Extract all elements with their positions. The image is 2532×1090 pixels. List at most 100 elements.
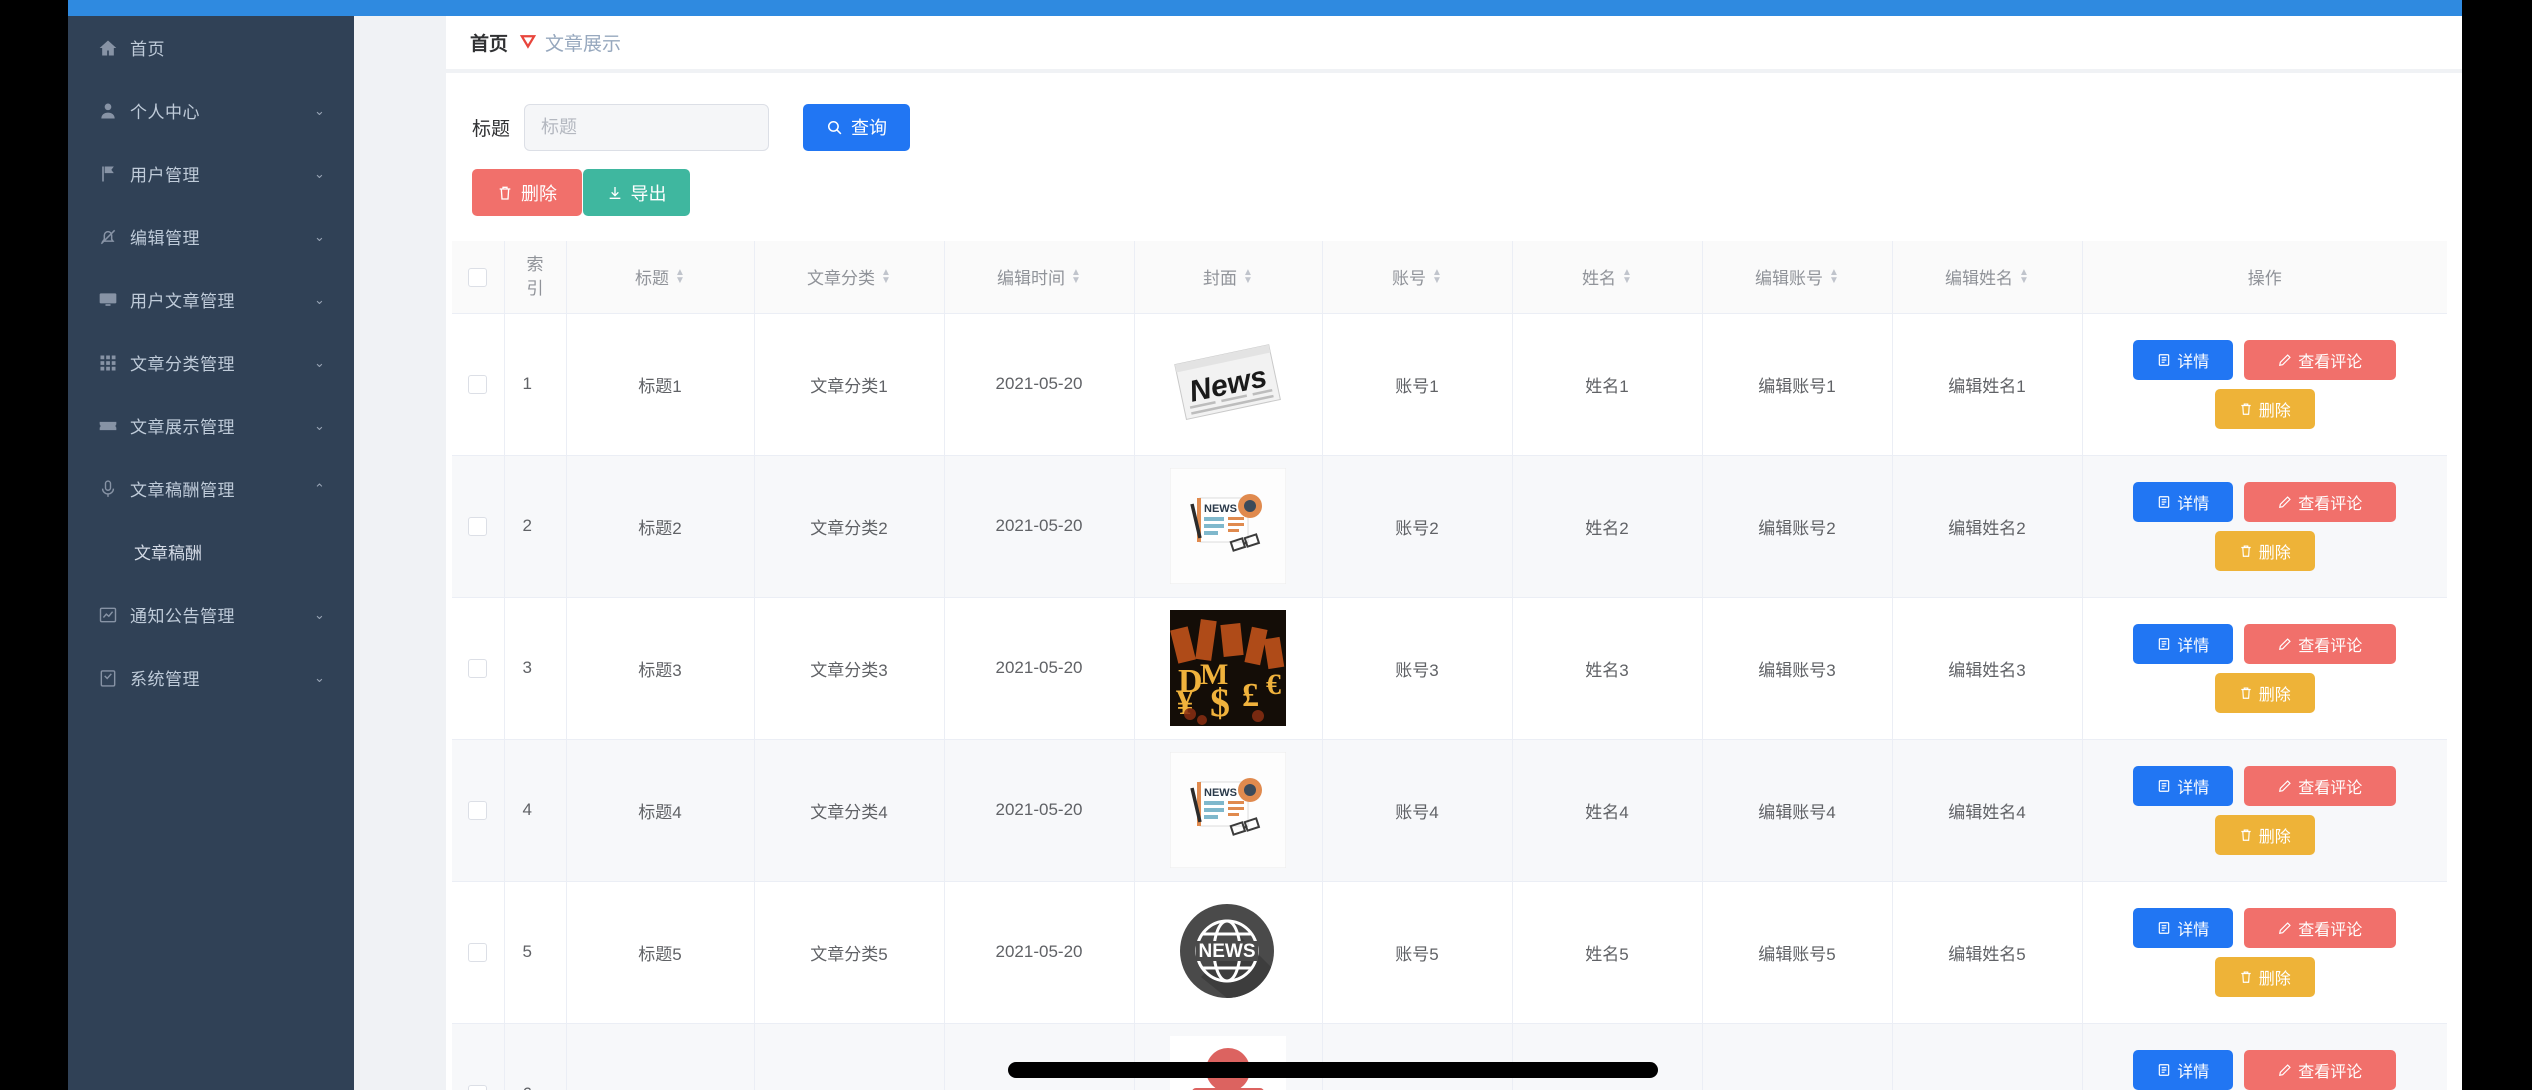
sidebar-subitem-article-payment[interactable]: 文章稿酬 <box>68 520 354 583</box>
view-comments-button[interactable]: 查看评论 <box>2244 908 2396 948</box>
column-header-title[interactable]: 标题 ▲▼ <box>566 241 754 313</box>
sidebar-item-home[interactable]: 首页 <box>68 16 354 79</box>
sort-icon[interactable]: ▲▼ <box>2019 269 2029 285</box>
sort-icon[interactable]: ▲▼ <box>1829 269 1839 285</box>
cell-name <box>1512 1023 1702 1090</box>
chevron-down-icon: ⌄ <box>314 293 328 306</box>
detail-button[interactable]: 详情 <box>2133 908 2233 948</box>
sort-icon[interactable]: ▲▼ <box>1243 269 1253 285</box>
pen-icon <box>2278 637 2292 651</box>
sort-icon[interactable]: ▲▼ <box>1432 269 1442 285</box>
row-actions-second-line: 删除 <box>2093 531 2438 571</box>
view-comments-button[interactable]: 查看评论 <box>2244 766 2396 806</box>
sidebar-item-user-management[interactable]: 用户管理 ⌄ <box>68 142 354 205</box>
ticket-icon <box>98 416 124 436</box>
clipboard-icon <box>98 668 124 688</box>
sidebar-item-article-payment-management[interactable]: 文章稿酬管理 ⌃ <box>68 457 354 520</box>
table-row[interactable]: 2 标题2 文章分类2 2021-05-20 NEWS 账号2 姓名2 编辑账号… <box>452 455 2447 597</box>
app-root: 首页 个人中心 ⌄ 用户管理 ⌄ 编辑管理 ⌄ <box>68 0 2462 1090</box>
row-actions-second-line: 删除 <box>2093 389 2438 429</box>
row-checkbox[interactable] <box>468 1085 487 1090</box>
detail-button[interactable]: 详情 <box>2133 1050 2233 1090</box>
sidebar-item-notice-management[interactable]: 通知公告管理 ⌄ <box>68 583 354 646</box>
column-header-edit-account[interactable]: 编辑账号 ▲▼ <box>1702 241 1892 313</box>
cover-image[interactable]: NEWS <box>1170 752 1286 868</box>
view-comments-button[interactable]: 查看评论 <box>2244 1050 2396 1090</box>
row-select-cell <box>452 455 504 597</box>
export-label: 导出 <box>631 180 667 206</box>
column-header-cover[interactable]: 封面 ▲▼ <box>1134 241 1322 313</box>
svg-text:NEWS: NEWS <box>1199 941 1256 962</box>
table-row[interactable]: 5 标题5 文章分类5 2021-05-20 NEWS 账号5 姓名5 编辑账号… <box>452 881 2447 1023</box>
column-header-name[interactable]: 姓名 ▲▼ <box>1512 241 1702 313</box>
row-checkbox[interactable] <box>468 943 487 962</box>
view-comments-button[interactable]: 查看评论 <box>2244 624 2396 664</box>
sidebar-item-article-display-management[interactable]: 文章展示管理 ⌄ <box>68 394 354 457</box>
trash-icon <box>2239 686 2253 700</box>
chevron-down-icon: ⌄ <box>314 167 328 180</box>
row-delete-button[interactable]: 删除 <box>2215 531 2315 571</box>
detail-button[interactable]: 详情 <box>2133 766 2233 806</box>
row-delete-button[interactable]: 删除 <box>2215 389 2315 429</box>
cell-edit-time: 2021-05-20 <box>944 455 1134 597</box>
sidebar-item-personal-center[interactable]: 个人中心 ⌄ <box>68 79 354 142</box>
column-label: 编辑时间 <box>997 264 1065 289</box>
sidebar-item-user-article-management[interactable]: 用户文章管理 ⌄ <box>68 268 354 331</box>
column-header-edit-time[interactable]: 编辑时间 ▲▼ <box>944 241 1134 313</box>
bulk-action-bar: 删除 导出 <box>446 169 2462 216</box>
bulk-delete-button[interactable]: 删除 <box>472 169 582 216</box>
detail-button[interactable]: 详情 <box>2133 482 2233 522</box>
sort-icon[interactable]: ▲▼ <box>881 269 891 285</box>
cover-image[interactable]: NEWS <box>1170 468 1286 584</box>
search-input[interactable] <box>524 104 769 151</box>
row-select-cell <box>452 739 504 881</box>
sidebar-item-editor-management[interactable]: 编辑管理 ⌄ <box>68 205 354 268</box>
row-checkbox[interactable] <box>468 517 487 536</box>
breadcrumb-home[interactable]: 首页 <box>470 29 508 56</box>
sort-icon[interactable]: ▲▼ <box>1071 269 1081 285</box>
horizontal-scrollbar[interactable] <box>1008 1062 1658 1078</box>
row-checkbox[interactable] <box>468 801 487 820</box>
row-checkbox[interactable] <box>468 659 487 678</box>
export-button[interactable]: 导出 <box>583 169 690 216</box>
detail-label: 详情 <box>2177 1058 2209 1082</box>
svg-text:NEWS: NEWS <box>1204 787 1237 799</box>
sort-icon[interactable]: ▲▼ <box>1622 269 1632 285</box>
sort-icon[interactable]: ▲▼ <box>675 269 685 285</box>
row-delete-button[interactable]: 删除 <box>2215 957 2315 997</box>
sidebar: 首页 个人中心 ⌄ 用户管理 ⌄ 编辑管理 ⌄ <box>68 0 354 1090</box>
file-icon <box>2157 779 2171 793</box>
table-row[interactable]: 1 标题1 文章分类1 2021-05-20 News 账号1 姓名1 编辑账号… <box>452 313 2447 455</box>
cover-image[interactable]: DM ¥$ £€ <box>1170 610 1286 726</box>
detail-button[interactable]: 详情 <box>2133 340 2233 380</box>
sidebar-item-article-category-management[interactable]: 文章分类管理 ⌄ <box>68 331 354 394</box>
select-all-checkbox[interactable] <box>468 268 487 287</box>
table-row[interactable]: 6 NEWS 详情 查看评论 <box>452 1023 2447 1090</box>
row-delete-button[interactable]: 删除 <box>2215 815 2315 855</box>
column-header-edit-name[interactable]: 编辑姓名 ▲▼ <box>1892 241 2082 313</box>
table-row[interactable]: 4 标题4 文章分类4 2021-05-20 NEWS 账号4 姓名4 编辑账号… <box>452 739 2447 881</box>
column-header-operations: 操作 <box>2082 241 2447 313</box>
column-label: 文章分类 <box>807 264 875 289</box>
column-header-account[interactable]: 账号 ▲▼ <box>1322 241 1512 313</box>
detail-button[interactable]: 详情 <box>2133 624 2233 664</box>
row-delete-button[interactable]: 删除 <box>2215 673 2315 713</box>
view-comments-button[interactable]: 查看评论 <box>2244 340 2396 380</box>
view-comments-button[interactable]: 查看评论 <box>2244 482 2396 522</box>
cell-operations: 详情 查看评论 删除 <box>2082 597 2447 739</box>
cell-edit-account: 编辑账号3 <box>1702 597 1892 739</box>
column-label: 索引 <box>527 255 544 298</box>
sidebar-item-system-management[interactable]: 系统管理 ⌄ <box>68 646 354 709</box>
cover-image[interactable]: NEWS <box>1170 894 1286 1010</box>
cover-image[interactable]: News <box>1170 326 1286 442</box>
row-checkbox[interactable] <box>468 375 487 394</box>
column-header-category[interactable]: 文章分类 ▲▼ <box>754 241 944 313</box>
table-row[interactable]: 3 标题3 文章分类3 2021-05-20 DM ¥$ £€ 账号3 姓名3 … <box>452 597 2447 739</box>
query-button[interactable]: 查询 <box>803 104 910 151</box>
sidebar-item-label: 文章稿酬管理 <box>130 476 314 501</box>
cell-index: 6 <box>504 1023 566 1090</box>
column-label: 编辑姓名 <box>1945 264 2013 289</box>
cell-index: 2 <box>504 455 566 597</box>
cell-title: 标题4 <box>566 739 754 881</box>
detail-label: 详情 <box>2177 348 2209 372</box>
